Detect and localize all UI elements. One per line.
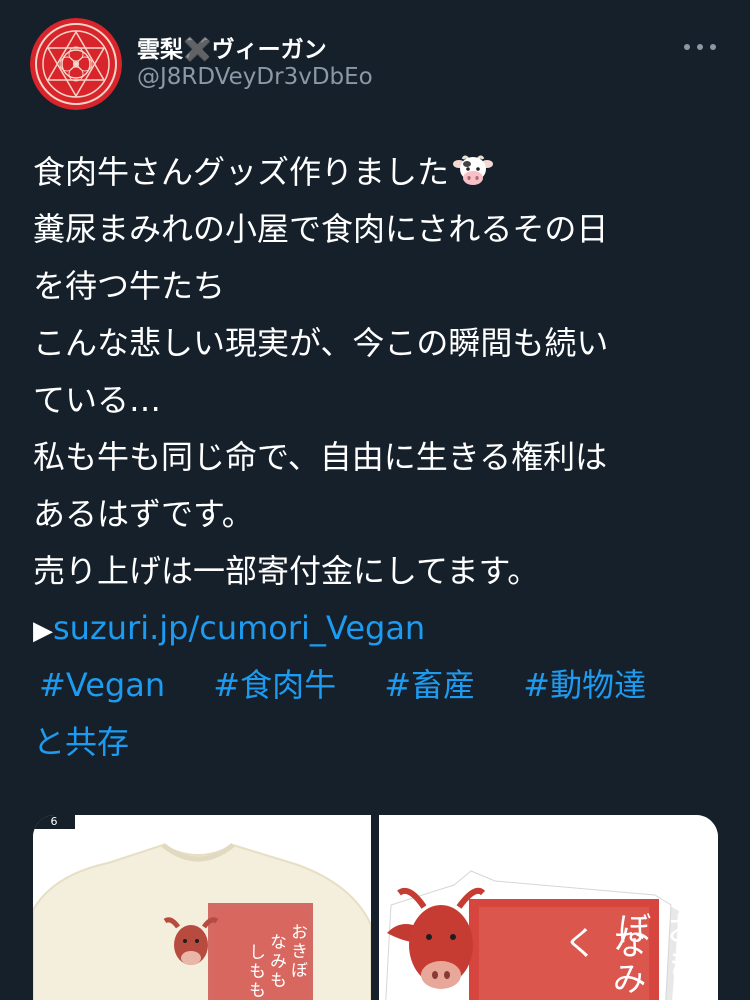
link-arrow-icon: ▶ xyxy=(33,616,53,646)
cow-face-emoji-icon xyxy=(453,148,494,205)
tweet-line-text: 食肉牛さんグッズ作りました xyxy=(33,153,450,191)
hashtag-shokuniku-gyu[interactable]: #食肉牛 xyxy=(213,666,336,704)
tweet-line: を待つ牛たち xyxy=(33,267,226,305)
tweet-line: こんな悲しい現実が、今この瞬間も続い xyxy=(33,324,609,362)
avatar-mandala-icon xyxy=(30,18,122,110)
tweet-line: 私も牛も同じ命で、自由に生きる権利は xyxy=(33,438,608,476)
media-count-badge: 6 xyxy=(33,815,75,829)
tweet-text: 食肉牛さんグッズ作りました 糞尿まみれの小屋で食肉にされるその日 を待つ牛たち xyxy=(33,144,723,771)
hashtag-chikusan[interactable]: #畜産 xyxy=(384,666,475,704)
hashtag-line: #Vegan #食肉牛 #畜産 #動物達 xyxy=(33,657,723,714)
tweet-line: 売り上げは一部寄付金にしてます。 xyxy=(33,552,540,590)
author-display-name[interactable]: 雲梨✖️ヴィーガン xyxy=(137,30,327,64)
hashtag-doubutsutachi-continued[interactable]: と共存 xyxy=(33,723,129,761)
more-options-icon[interactable] xyxy=(684,40,716,54)
tweet-link[interactable]: suzuri.jp/cumori_Vegan xyxy=(53,609,425,647)
tweet-line: 糞尿まみれの小屋で食肉にされるその日 xyxy=(33,210,609,248)
hashtag-line-continued: と共存 xyxy=(33,714,723,771)
avatar[interactable] xyxy=(30,18,122,110)
tweet-link-line: ▶suzuri.jp/cumori_Vegan xyxy=(33,600,723,657)
media-image-sticker[interactable]: おきぼ なみく xyxy=(379,815,718,1000)
tweet-line: あるはずです。 xyxy=(33,495,254,533)
sweatshirt-illustration xyxy=(33,815,371,1000)
author-handle[interactable]: @J8RDVeyDr3vDbEo xyxy=(137,64,373,90)
tweet: 雲梨✖️ヴィーガン @J8RDVeyDr3vDbEo 食肉牛さんグッズ作りました xyxy=(0,0,750,1000)
sticker-print-text-2: なみく xyxy=(557,925,646,997)
sweatshirt-print-text-3: しもも xyxy=(245,943,265,1000)
tweet-line: ている… xyxy=(33,381,162,419)
media-image-sweatshirt[interactable]: 6 おきぼ なみも しもも xyxy=(33,815,371,1000)
tweet-line: 食肉牛さんグッズ作りました xyxy=(33,144,723,201)
hashtag-doubutsutachi[interactable]: #動物達 xyxy=(523,666,646,704)
hashtag-vegan[interactable]: #Vegan xyxy=(39,666,165,704)
